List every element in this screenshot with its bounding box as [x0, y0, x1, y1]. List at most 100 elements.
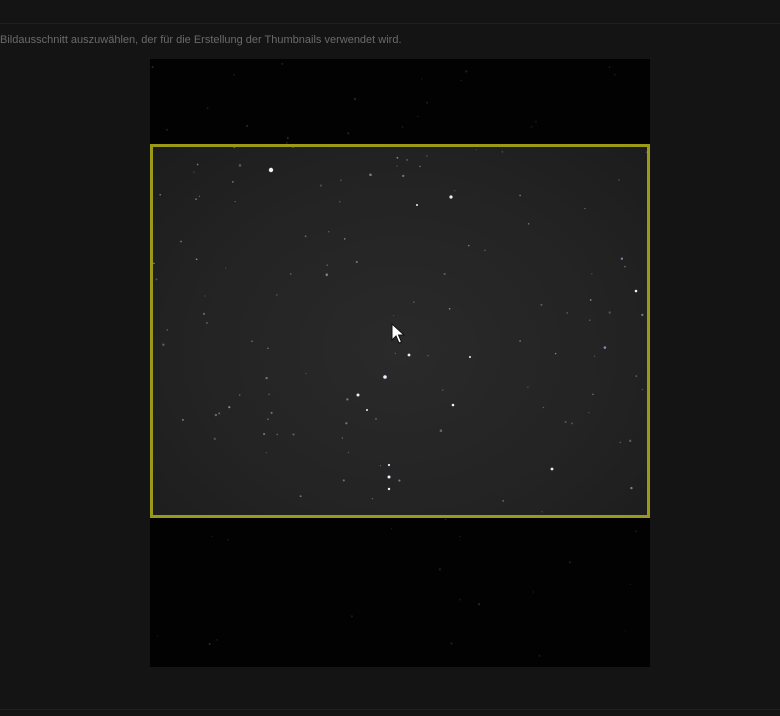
crop-instruction-text: Bildausschnitt auszuwählen, der für die … [0, 34, 402, 46]
star [608, 311, 611, 314]
star [502, 499, 505, 502]
star [162, 343, 165, 346]
bottom-divider [0, 709, 780, 710]
star [396, 165, 398, 167]
star [319, 184, 322, 187]
star [339, 179, 342, 182]
star [441, 389, 444, 392]
star [233, 147, 236, 149]
star [238, 164, 242, 167]
crop-mask-top [150, 59, 650, 145]
star [214, 413, 218, 417]
star [304, 235, 307, 238]
star [475, 149, 477, 151]
star [454, 190, 456, 192]
star [155, 278, 158, 281]
star [327, 231, 330, 233]
star [448, 308, 451, 310]
star [356, 393, 360, 397]
star [603, 346, 607, 349]
star [234, 200, 236, 203]
star [645, 151, 647, 153]
thumbnail-crop-image[interactable] [150, 59, 650, 667]
star [159, 194, 161, 196]
star [213, 437, 217, 441]
star [379, 465, 382, 467]
star [182, 419, 184, 421]
star [270, 411, 273, 414]
star [341, 437, 344, 439]
star [347, 451, 349, 454]
star [369, 173, 372, 177]
star [407, 353, 411, 357]
star [153, 262, 155, 264]
star [469, 356, 471, 358]
star [540, 303, 543, 306]
star [325, 273, 329, 276]
star [238, 394, 241, 396]
star [202, 312, 206, 316]
star [275, 293, 278, 296]
star [299, 495, 302, 498]
star [375, 418, 377, 420]
star [225, 267, 227, 269]
star [413, 301, 415, 303]
star [387, 475, 391, 479]
star [501, 151, 504, 153]
star [554, 352, 557, 355]
star [426, 155, 428, 157]
star [292, 147, 295, 148]
star [193, 171, 195, 173]
star [292, 433, 295, 436]
star [263, 433, 266, 436]
star [571, 422, 574, 425]
star [371, 498, 374, 500]
star [387, 487, 391, 491]
star [267, 347, 269, 350]
star [584, 208, 586, 209]
star [451, 403, 455, 407]
star [542, 406, 545, 409]
star [527, 386, 529, 388]
star [180, 240, 182, 243]
star [468, 244, 470, 247]
star [343, 238, 346, 240]
star [588, 412, 590, 414]
star [519, 194, 521, 197]
star [634, 289, 638, 293]
star [383, 375, 387, 379]
star [396, 156, 399, 159]
star [326, 264, 328, 266]
star [195, 258, 198, 261]
star [449, 195, 453, 199]
star [402, 174, 405, 178]
star [630, 486, 633, 490]
star [519, 340, 522, 342]
star [439, 429, 443, 432]
mouse-pointer-icon [391, 323, 405, 344]
star [251, 340, 253, 342]
star [345, 422, 348, 425]
star [620, 257, 624, 260]
star [305, 372, 307, 375]
star [355, 260, 358, 264]
star [618, 179, 620, 181]
star [592, 393, 594, 396]
star [398, 479, 401, 482]
star [406, 159, 408, 161]
star [346, 398, 349, 401]
star [527, 223, 530, 225]
star [231, 180, 234, 183]
star [641, 313, 644, 317]
star [228, 406, 231, 409]
star [206, 322, 208, 324]
star [628, 439, 632, 443]
star [268, 393, 270, 395]
star [339, 200, 341, 203]
star [195, 198, 197, 200]
star [416, 204, 418, 206]
star [267, 418, 269, 421]
star [393, 315, 395, 317]
star [290, 273, 292, 275]
star [619, 441, 622, 444]
